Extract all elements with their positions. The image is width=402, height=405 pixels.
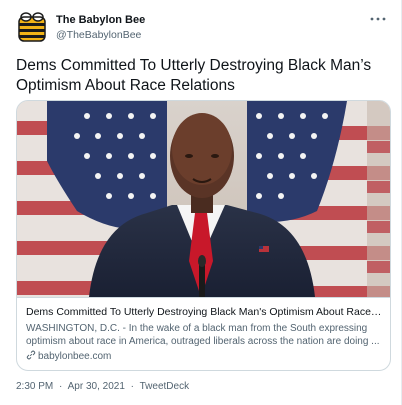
link-icon [26,350,36,360]
tweet-card: The Babylon Bee @TheBabylonBee Dems Comm… [0,0,402,405]
avatar[interactable] [16,12,48,44]
account-handle[interactable]: @TheBabylonBee [56,29,141,41]
card-description: WASHINGTON, D.C. - In the wake of a blac… [26,323,380,347]
card-domain[interactable]: babylonbee.com [26,350,383,363]
tweet-date[interactable]: Apr 30, 2021 [68,381,125,392]
meta-separator: · [130,381,134,392]
card-title[interactable]: Dems Committed To Utterly Destroying Bla… [26,305,383,319]
bee-logo-icon [18,12,46,42]
tweet-meta: 2:30 PM · Apr 30, 2021 · TweetDeck [16,381,189,392]
card-body: Dems Committed To Utterly Destroying Bla… [17,297,390,370]
meta-separator: · [59,381,63,392]
card-image [17,101,390,300]
tweet-text: Dems Committed To Utterly Destroying Bla… [16,57,372,94]
tweet-header: The Babylon Bee @TheBabylonBee [16,12,389,44]
card-domain-text: babylonbee.com [38,351,112,362]
more-horizontal-icon[interactable] [369,12,387,26]
tweet-source[interactable]: TweetDeck [140,381,189,392]
tweet-time[interactable]: 2:30 PM [16,381,53,392]
link-preview-card[interactable]: Dems Committed To Utterly Destroying Bla… [16,100,391,371]
account-name[interactable]: The Babylon Bee [56,14,145,26]
